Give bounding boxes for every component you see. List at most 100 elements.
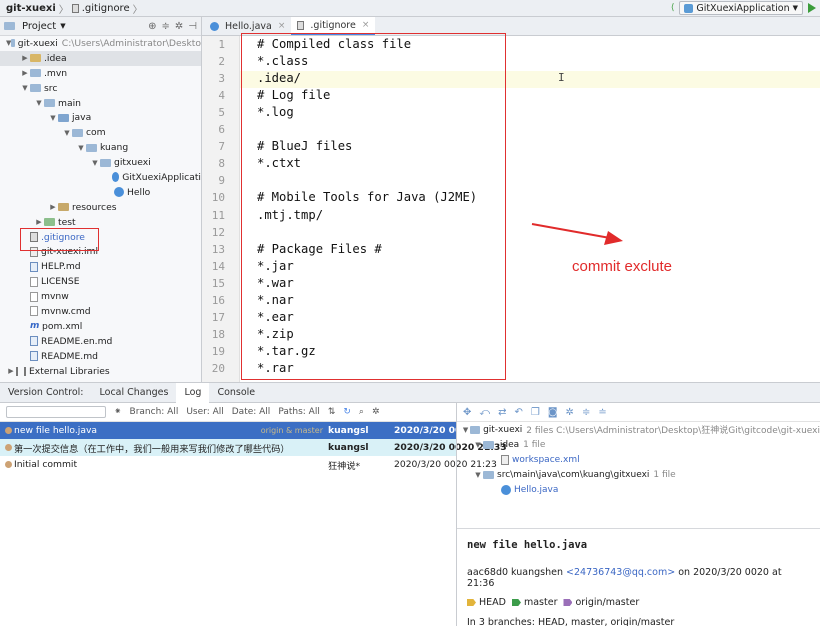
commit-email[interactable]: <24736743@qq.com> xyxy=(566,567,675,578)
chevron-down-icon: ▼ xyxy=(475,440,481,449)
markdown-file-icon xyxy=(30,336,38,347)
tree-item[interactable]: ▼ com xyxy=(0,125,201,140)
pin-icon[interactable]: ✥ xyxy=(463,407,471,418)
target-icon[interactable]: ⊕ xyxy=(148,21,156,32)
tab-local-changes[interactable]: Local Changes xyxy=(92,383,177,403)
tree-item[interactable]: ▼ git-xuexi C:\Users\Administrator\Deskto xyxy=(0,36,201,51)
commit-row[interactable]: new file hello.java origin & master kuangs… xyxy=(0,422,507,439)
collapse-icon[interactable]: ≑ xyxy=(162,21,170,32)
tree-item[interactable]: ▶ .idea xyxy=(0,50,201,66)
log-toolbar: ⁕ Branch: All User: All Date: All Paths:… xyxy=(0,403,456,422)
diff-icon[interactable]: ⇄ xyxy=(498,407,506,418)
commit-hash-author: aac68d0 kuangshen xyxy=(467,567,563,578)
commit-row[interactable]: Initial commit 狂神说* 2020/3/20 0020 21:23 xyxy=(0,456,497,473)
refresh-icon[interactable]: ↻ xyxy=(343,407,351,417)
preview-icon[interactable]: ◙ xyxy=(548,407,558,418)
arrow-back-icon[interactable]: ⟨ xyxy=(671,3,675,13)
tab-label: .gitignore xyxy=(310,19,356,31)
maven-icon: m xyxy=(30,321,40,332)
paths-filter[interactable]: Paths: All xyxy=(278,407,320,417)
breadcrumb-file[interactable]: .gitignore xyxy=(82,3,130,14)
change-file-workspace[interactable]: workspace.xml xyxy=(457,452,820,467)
sort-icon[interactable]: ⇅ xyxy=(328,407,336,417)
change-folder-idea[interactable]: ▼ .idea 1 file xyxy=(457,437,820,452)
chevron-down-icon[interactable]: ▼ xyxy=(48,114,58,122)
branch-filter[interactable]: Branch: All xyxy=(130,407,179,417)
ide-window: git-xuexi 〉 .gitignore 〉 ⟨ GitXuexiAppli… xyxy=(0,0,820,626)
breadcrumb-project[interactable]: git-xuexi xyxy=(6,3,56,14)
tree-item[interactable]: HELP.md xyxy=(0,259,201,274)
search-input[interactable] xyxy=(6,406,106,418)
project-view-select[interactable]: Project xyxy=(22,21,56,32)
tree-item[interactable]: mvnw xyxy=(0,289,201,304)
gear-icon[interactable]: ✲ xyxy=(566,407,574,418)
tree-item[interactable]: README.md xyxy=(0,349,201,364)
line-number-gutter: 1 2 3 4 5 6 7 8 9 10 11 12 13 14 15 16 17 18 19 20 xyxy=(202,36,240,382)
date-filter[interactable]: Date: All xyxy=(232,407,271,417)
regex-icon[interactable]: ⁕ xyxy=(114,407,122,417)
gear-icon[interactable]: ✲ xyxy=(372,407,380,417)
tree-item[interactable]: LICENSE xyxy=(0,274,201,289)
chevron-down-icon[interactable]: ▼ xyxy=(90,159,100,167)
run-icon[interactable] xyxy=(808,3,816,13)
tree-item[interactable]: README.en.md xyxy=(0,334,201,349)
tree-item-label: README.md xyxy=(41,350,98,362)
tree-item-label: kuang xyxy=(100,142,129,154)
tree-item[interactable]: m pom.xml xyxy=(0,319,201,334)
chevron-down-icon[interactable]: ▼ xyxy=(62,129,72,137)
tree-item[interactable]: Hello xyxy=(0,185,201,200)
tree-item[interactable]: ▼ java xyxy=(0,110,201,125)
xml-file-icon xyxy=(501,454,509,465)
gear-icon[interactable]: ✲ xyxy=(175,21,183,32)
tree-item[interactable]: ▼ src xyxy=(0,81,201,96)
tree-item[interactable]: ▶ External Libraries xyxy=(0,364,201,379)
chevron-down-icon[interactable]: ▼ xyxy=(76,144,86,152)
tree-item[interactable]: ▶ .mvn xyxy=(0,66,201,81)
chevron-right-icon[interactable]: ▶ xyxy=(6,367,16,375)
chevron-down-icon[interactable]: ▼ xyxy=(60,22,65,30)
change-file-hello[interactable]: Hello.java xyxy=(457,482,820,497)
folder-icon xyxy=(30,54,41,63)
tree-item[interactable]: ▼ gitxuexi xyxy=(0,155,201,170)
tree-item[interactable]: GitXuexiApplicati xyxy=(0,170,201,185)
copy-icon[interactable]: ❐ xyxy=(531,407,540,418)
version-control-panel: Version Control: Local Changes Log Conso… xyxy=(0,382,820,626)
tree-item[interactable]: ▼ main xyxy=(0,96,201,111)
close-icon[interactable]: × xyxy=(278,21,286,31)
line-number: 3 xyxy=(218,72,225,86)
chevron-right-icon[interactable]: ▶ xyxy=(20,54,30,62)
test-folder-icon xyxy=(44,218,55,227)
change-file-label: workspace.xml xyxy=(512,454,580,465)
collapse-icon[interactable]: ≐ xyxy=(598,407,606,418)
revert-icon[interactable]: ⤺ xyxy=(479,407,490,418)
line-number: 16 xyxy=(211,293,225,307)
tree-item-label: HELP.md xyxy=(41,261,81,273)
ref-label: master xyxy=(511,597,558,608)
tab-log[interactable]: Log xyxy=(176,382,210,403)
commit-row[interactable]: 第一次提交信息（在工作中，我们一般用来写我们修改了哪些代码） kuangsl 202… xyxy=(0,439,507,456)
search-icon[interactable]: ⌕ xyxy=(359,407,364,417)
commit-ref-tag: origin & master xyxy=(260,426,323,435)
chevron-right-icon[interactable]: ▶ xyxy=(48,203,58,211)
close-icon[interactable]: × xyxy=(362,20,370,30)
ref-text: master xyxy=(523,597,558,608)
tree-item-path: C:\Users\Administrator\Deskto xyxy=(61,37,201,49)
undo-icon[interactable]: ↶ xyxy=(514,407,522,418)
tree-item-label: gitxuexi xyxy=(114,157,151,169)
commit-dot-icon xyxy=(5,461,12,468)
chevron-down-icon: ▼ xyxy=(462,425,469,434)
user-filter[interactable]: User: All xyxy=(186,407,223,417)
change-root[interactable]: ▼ git-xuexi 2 files C:\Users\Administrat… xyxy=(457,422,820,437)
tab-console[interactable]: Console xyxy=(209,383,263,403)
expand-icon[interactable]: ≑ xyxy=(582,407,590,418)
chevron-right-icon[interactable]: ▶ xyxy=(20,69,30,77)
change-folder-src[interactable]: ▼ src\main\java\com\kuang\gitxuexi 1 fil… xyxy=(457,467,820,482)
run-config-select[interactable]: GitXuexiApplication ▼ xyxy=(679,1,803,15)
tree-item[interactable]: mvnw.cmd xyxy=(0,304,201,319)
chevron-down-icon[interactable]: ▼ xyxy=(20,84,30,92)
chevron-right-icon[interactable]: ▶ xyxy=(34,218,44,226)
chevron-down-icon[interactable]: ▼ xyxy=(34,99,44,107)
tree-item[interactable]: ▶ resources xyxy=(0,200,201,215)
tree-item[interactable]: ▼ kuang xyxy=(0,140,201,155)
hide-icon[interactable]: ⊣ xyxy=(188,21,197,32)
